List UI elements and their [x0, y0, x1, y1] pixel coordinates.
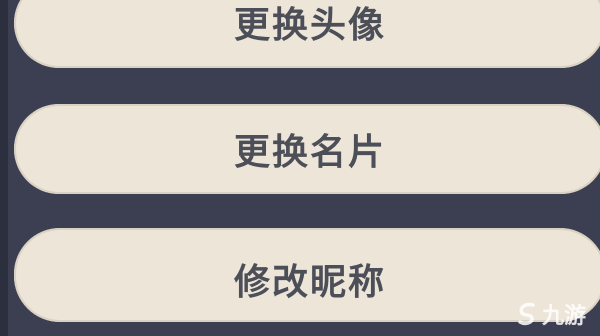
change-namecard-label: 更换名片 — [233, 132, 386, 173]
change-nickname-button[interactable]: 修改昵称 — [14, 228, 600, 322]
change-namecard-button[interactable]: 更换名片 — [14, 104, 600, 194]
panel-left-edge — [0, 0, 8, 336]
change-avatar-label: 更换头像 — [233, 5, 386, 46]
watermark-text: 九游 — [541, 304, 586, 329]
nine-game-logo-icon — [514, 301, 540, 327]
watermark: 九游 — [514, 298, 586, 330]
change-nickname-label: 修改昵称 — [233, 262, 386, 303]
change-avatar-button[interactable]: 更换头像 — [14, 0, 600, 68]
